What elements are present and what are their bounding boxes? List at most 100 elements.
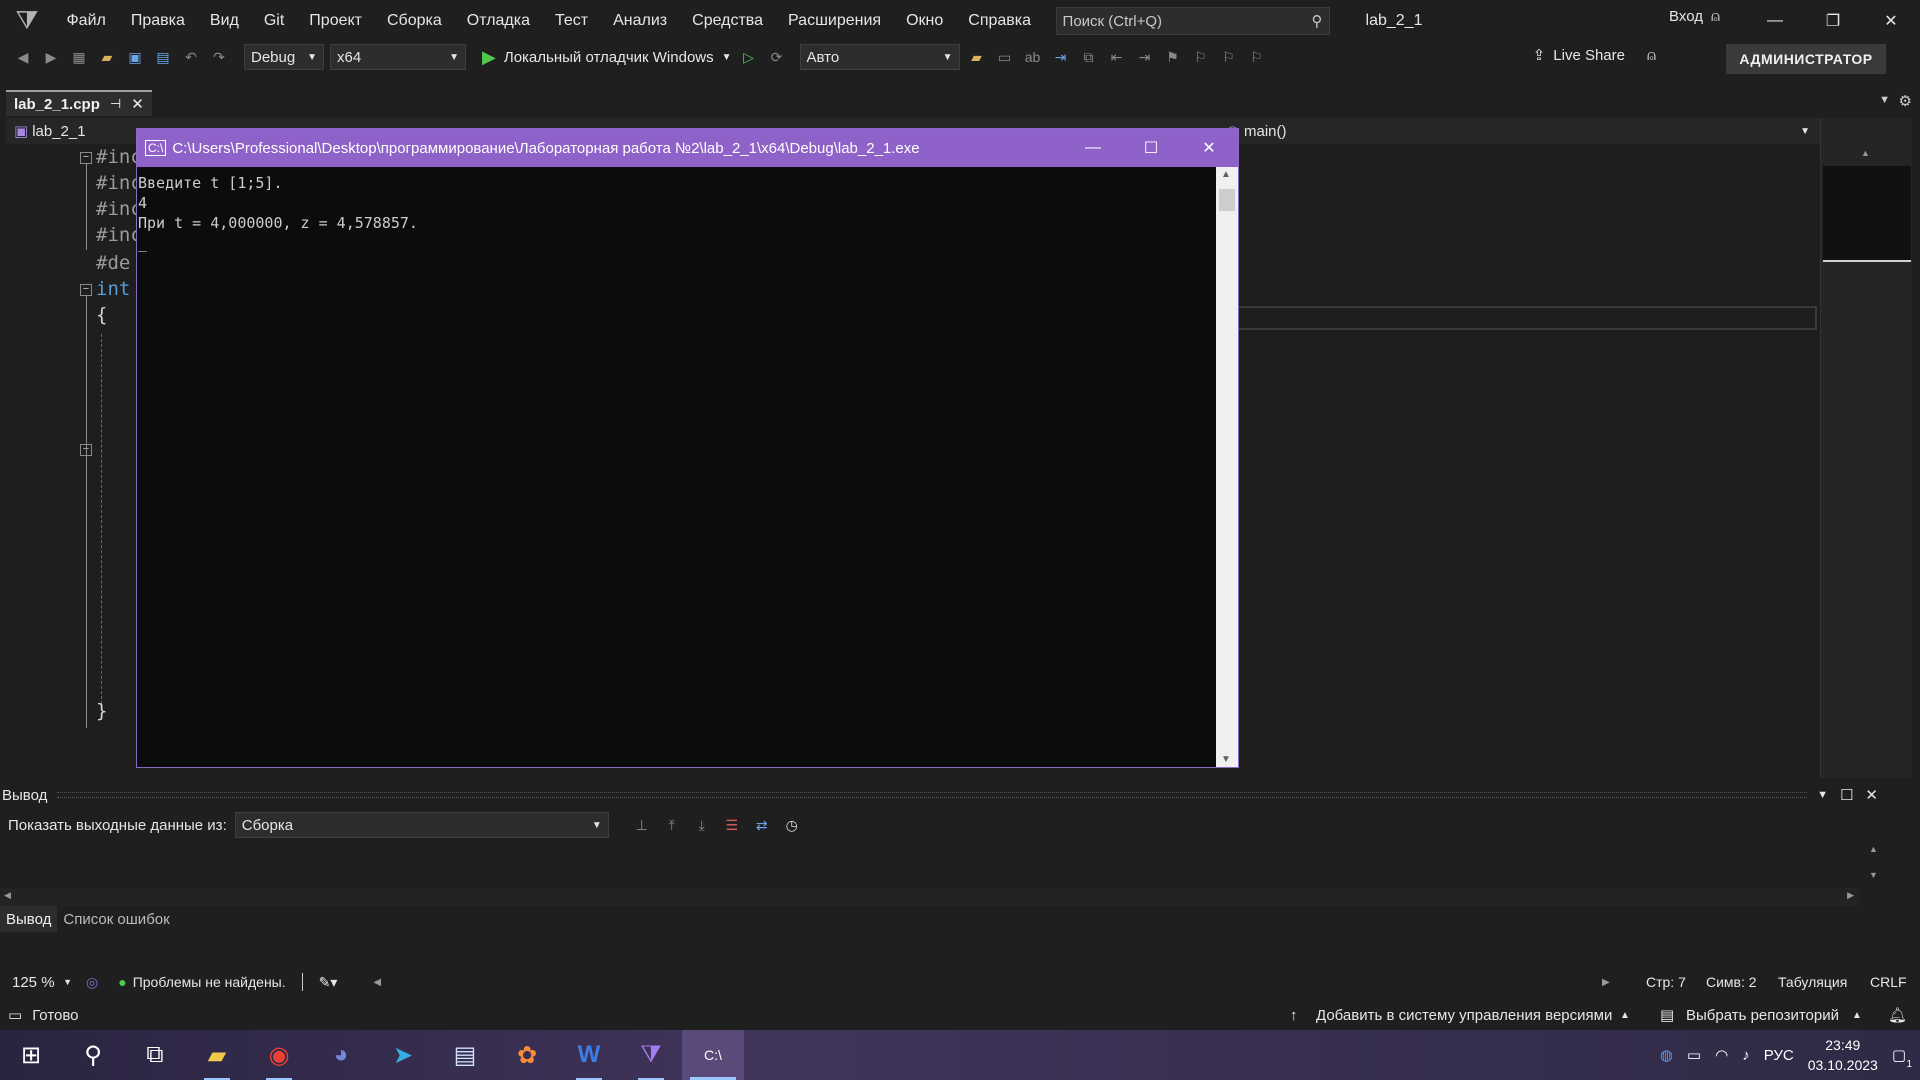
scroll-up-icon[interactable]: ▲ xyxy=(1869,844,1878,854)
scroll-left-icon[interactable]: ◀ xyxy=(4,890,11,901)
console-titlebar[interactable]: C:\ C:\Users\Professional\Desktop\програ… xyxy=(137,129,1238,167)
scroll-left-icon[interactable]: ◀ xyxy=(373,977,381,988)
minimize-button[interactable]: — xyxy=(1746,0,1804,42)
scroll-right-icon[interactable]: ▶ xyxy=(1847,890,1854,901)
paint-icon[interactable]: ✿ xyxy=(496,1030,558,1080)
battery-icon[interactable]: ▭ xyxy=(1687,1046,1701,1064)
scroll-right-icon[interactable]: ▶ xyxy=(1602,977,1610,988)
timestamp-clock-icon[interactable]: ◷ xyxy=(781,814,803,836)
bookmark-icon[interactable]: ⚑ xyxy=(1162,46,1184,68)
indent-indicator[interactable]: Табуляция xyxy=(1778,974,1847,990)
telegram-icon[interactable]: ➤ xyxy=(372,1030,434,1080)
code-cleanup-icon[interactable]: ✎▾ xyxy=(319,974,338,991)
menu-analyze[interactable]: Анализ xyxy=(601,0,680,42)
taskbar-search-icon[interactable]: ⚲ xyxy=(62,1030,124,1080)
window-layout-icon[interactable]: ▭ xyxy=(994,46,1016,68)
console-window[interactable]: C:\ C:\Users\Professional\Desktop\програ… xyxy=(136,128,1239,768)
find-message-icon[interactable]: ⊥ xyxy=(631,814,653,836)
forward-icon[interactable]: ▶ xyxy=(40,46,62,68)
volume-icon[interactable]: ♪ xyxy=(1742,1047,1750,1064)
editor-minimap[interactable]: ▲ xyxy=(1820,118,1912,778)
start-windows-icon[interactable]: ⊞ xyxy=(0,1030,62,1080)
signin-button[interactable]: Вход ⍝ xyxy=(1669,8,1720,25)
menu-edit[interactable]: Правка xyxy=(118,0,197,42)
console-close-button[interactable]: ✕ xyxy=(1180,129,1238,167)
menu-build[interactable]: Сборка xyxy=(375,0,455,42)
word-wrap-icon[interactable]: ⇄ xyxy=(751,814,773,836)
scroll-down-icon[interactable]: ▼ xyxy=(1221,754,1231,765)
hot-reload-icon[interactable]: ⟳ xyxy=(766,46,788,68)
select-repository-button[interactable]: Выбрать репозиторий xyxy=(1686,1007,1839,1024)
new-project-icon[interactable]: ▦ xyxy=(68,46,90,68)
clear-all-icon[interactable]: ☰ xyxy=(721,814,743,836)
tab-dropdown-icon[interactable]: ▼ xyxy=(1879,94,1890,106)
clock[interactable]: 23:49 03.10.2023 xyxy=(1808,1035,1878,1075)
notification-bell-icon[interactable]: 🔔︎ xyxy=(1888,1006,1907,1024)
document-tab[interactable]: lab_2_1.cpp ⊣ ✕ xyxy=(6,90,152,116)
save-all-icon[interactable]: ▤ xyxy=(152,46,174,68)
step-icon[interactable]: ⇥ xyxy=(1050,46,1072,68)
bookmark-next-icon[interactable]: ⚐ xyxy=(1218,46,1240,68)
panel-drag-grip[interactable] xyxy=(57,792,1808,798)
fold-toggle[interactable]: − xyxy=(80,284,92,296)
nav-project-dropdown[interactable]: lab_2_1 xyxy=(32,123,85,140)
menu-view[interactable]: Вид xyxy=(197,0,251,42)
issues-status[interactable]: Проблемы не найдены. xyxy=(133,974,286,990)
tab-error-list[interactable]: Список ошибок xyxy=(57,906,175,932)
zoom-select[interactable]: 125 % ▼ xyxy=(6,971,78,993)
start-without-debugging-icon[interactable]: ▷ xyxy=(738,46,760,68)
chevron-down-icon[interactable]: ▼ xyxy=(1800,126,1810,137)
live-share-button[interactable]: ⇪ Live Share ⍝ xyxy=(1533,46,1656,65)
menu-tools[interactable]: Средства xyxy=(680,0,776,42)
pin-icon[interactable]: ⊣ xyxy=(110,96,121,112)
menu-file[interactable]: Файл xyxy=(54,0,118,42)
chrome-icon[interactable]: ◉ xyxy=(248,1030,310,1080)
console-minimize-button[interactable]: — xyxy=(1064,129,1122,167)
task-view-icon[interactable]: ⧉ xyxy=(124,1030,186,1080)
outdent-icon[interactable]: ⇤ xyxy=(1106,46,1128,68)
terminal-icon[interactable]: C:\ xyxy=(682,1030,744,1080)
line-indicator[interactable]: Стр: 7 xyxy=(1646,974,1686,990)
search-input[interactable]: Поиск (Ctrl+Q) ⚲ xyxy=(1055,7,1330,35)
output-text-area[interactable] xyxy=(0,842,1888,888)
scroll-down-icon[interactable]: ▼ xyxy=(1869,870,1878,880)
save-icon[interactable]: ▣ xyxy=(124,46,146,68)
bookmark-clear-icon[interactable]: ⚐ xyxy=(1246,46,1268,68)
back-icon[interactable]: ◀ xyxy=(12,46,34,68)
close-button[interactable]: ✕ xyxy=(1862,0,1920,42)
next-message-icon[interactable]: ⤓ xyxy=(691,814,713,836)
chevron-up-icon[interactable]: ▲ xyxy=(1620,1010,1630,1021)
menu-window[interactable]: Окно xyxy=(894,0,956,42)
visual-studio-logo-icon[interactable]: ⧩ xyxy=(0,0,54,42)
output-vscrollbar[interactable]: ▲ ▼ xyxy=(1860,842,1888,906)
settings-gear-icon[interactable]: ⚙ xyxy=(1899,92,1912,110)
panel-maximize-icon[interactable]: ☐ xyxy=(1840,786,1853,804)
bookmark-prev-icon[interactable]: ⚐ xyxy=(1190,46,1212,68)
solution-explorer-icon[interactable]: ▰ xyxy=(966,46,988,68)
menu-debug[interactable]: Отладка xyxy=(454,0,542,42)
close-tab-icon[interactable]: ✕ xyxy=(131,95,144,113)
file-explorer-icon[interactable]: ▰ xyxy=(186,1030,248,1080)
open-folder-icon[interactable]: ▰ xyxy=(96,46,118,68)
chevron-up-icon[interactable]: ▲ xyxy=(1852,1010,1862,1021)
scroll-up-icon[interactable]: ▲ xyxy=(1221,169,1231,180)
scrollbar-thumb[interactable] xyxy=(1219,189,1235,211)
output-source-select[interactable]: Сборка ▼ xyxy=(234,812,609,838)
nav-member-dropdown[interactable]: main() xyxy=(1244,123,1287,140)
discord-icon[interactable]: ◕ xyxy=(310,1030,372,1080)
panel-dropdown-icon[interactable]: ▼ xyxy=(1817,789,1828,801)
column-indicator[interactable]: Симв: 2 xyxy=(1706,974,1757,990)
tab-output[interactable]: Вывод xyxy=(0,906,58,932)
console-maximize-button[interactable]: ☐ xyxy=(1122,129,1180,167)
configuration-select[interactable]: Debug ▼ xyxy=(244,44,324,70)
mode-select[interactable]: Авто ▼ xyxy=(799,44,960,70)
start-debugging-button[interactable]: ▶ Локальный отладчик Windows ▼ xyxy=(482,47,732,68)
fold-toggle[interactable]: − xyxy=(80,152,92,164)
menu-help[interactable]: Справка xyxy=(956,0,1044,42)
menu-project[interactable]: Проект xyxy=(297,0,375,42)
panel-close-icon[interactable]: ✕ xyxy=(1865,786,1878,804)
restore-button[interactable]: ❐ xyxy=(1804,0,1862,42)
wifi-icon[interactable]: ◠ xyxy=(1715,1046,1728,1064)
console-scrollbar[interactable]: ▲ ▼ xyxy=(1216,167,1238,767)
console-output[interactable]: Введите t [1;5]. 4 При t = 4,000000, z =… xyxy=(137,167,1217,767)
